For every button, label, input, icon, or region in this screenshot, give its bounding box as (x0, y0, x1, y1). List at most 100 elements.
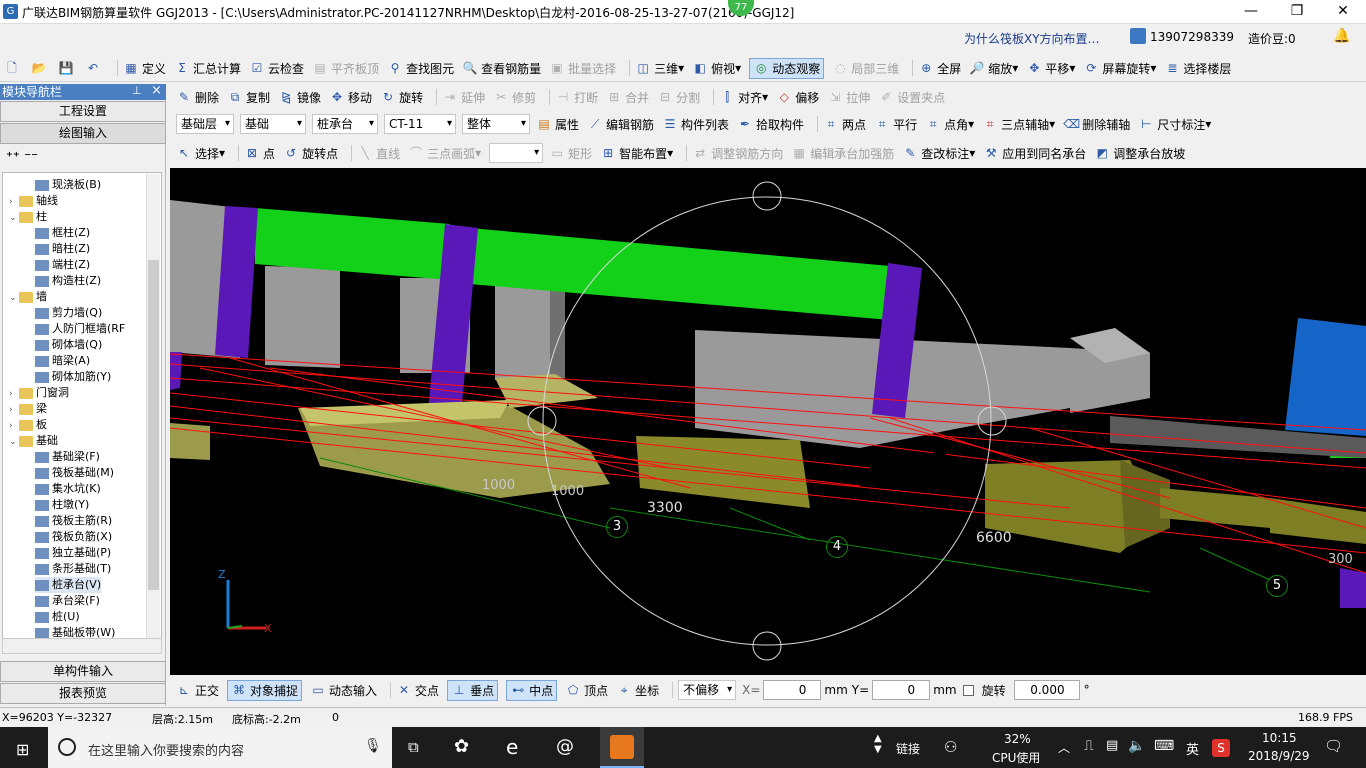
x-offset-input[interactable] (763, 680, 822, 700)
tree-item[interactable]: 筏板主筋(R) (35, 513, 112, 529)
scroll-arrows-icon[interactable]: ▲ ▼ (874, 733, 882, 755)
scope-select[interactable]: 整体 (462, 114, 530, 134)
maximize-button[interactable]: ❐ (1274, 0, 1320, 24)
report-preview-button[interactable]: 报表预览 (0, 683, 166, 704)
intersect-toggle[interactable]: ✕ 交点 (396, 682, 439, 699)
notification-icon[interactable]: 🗨 (1324, 737, 1343, 755)
rotate-point-button[interactable]: ↺ 旋转点 (283, 145, 338, 162)
expand-icon[interactable]: › (9, 386, 19, 402)
help-link[interactable]: 为什么筏板XY方向布置… (964, 30, 1100, 47)
rotate-button[interactable]: ↻ 旋转 (380, 89, 423, 106)
new-file-icon[interactable]: 🗋 (4, 60, 23, 76)
tree-folder[interactable]: › 门窗洞 (9, 385, 69, 401)
tree-item[interactable]: 桩(U) (35, 609, 80, 625)
coord-toggle[interactable]: ⌖ 坐标 (616, 682, 659, 699)
layer-select[interactable]: 基础层 (176, 114, 234, 134)
tree-item[interactable]: 筏板基础(M) (35, 465, 114, 481)
pick-element-button[interactable]: ✒ 拾取构件 (737, 116, 804, 133)
object-snap-toggle[interactable]: ⌘ 对象捕捉 (227, 679, 303, 701)
tree-item[interactable]: 独立基础(P) (35, 545, 111, 561)
tree-folder[interactable]: ⌄ 柱 (9, 209, 47, 225)
windows-start-icon[interactable]: ⊞ (16, 740, 29, 759)
tree-item[interactable]: 框柱(Z) (35, 225, 90, 241)
stretch-button[interactable]: ⇲ 拉伸 (827, 89, 870, 106)
select-button[interactable]: ↖ 选择 ▾ (176, 145, 225, 162)
swirl-app-icon[interactable]: @ (556, 736, 574, 757)
line-style-select[interactable] (489, 143, 544, 163)
taskbar-link[interactable]: 链接 (896, 740, 920, 757)
apply-same-cap-button[interactable]: ⚒ 应用到同名承台 (983, 145, 1086, 162)
tree-item[interactable]: 砌体墙(Q) (35, 337, 102, 353)
copy-button[interactable]: ⧉ 复制 (227, 89, 270, 106)
minimize-button[interactable]: — (1228, 0, 1274, 24)
adjust-rebar-dir-button[interactable]: ⇄ 调整钢筋方向 (692, 145, 783, 162)
collapse-icon[interactable]: ⌄ (9, 290, 19, 306)
expand-icon[interactable]: › (9, 418, 19, 434)
expand-all-icon[interactable]: ⁺⁺ ⁻⁻ (6, 150, 38, 165)
rect-button[interactable]: ▭ 矩形 (549, 145, 592, 162)
expand-icon[interactable]: › (9, 194, 19, 210)
tree-item[interactable]: 条形基础(T) (35, 561, 111, 577)
dynamic-input-toggle[interactable]: ▭ 动态输入 (310, 682, 377, 699)
clock-time[interactable]: 10:15 (1262, 731, 1297, 745)
save-icon[interactable]: 💾 (58, 60, 77, 76)
clock-date[interactable]: 2018/9/29 (1248, 749, 1310, 763)
midpoint-toggle[interactable]: ⊷ 中点 (506, 679, 558, 701)
network-icon[interactable]: ⎍ (1084, 738, 1094, 754)
person-icon[interactable]: ⚇ (944, 738, 957, 756)
line-button[interactable]: ╲ 直线 (357, 145, 400, 162)
tree-item[interactable]: 现浇板(B) (35, 177, 101, 193)
two-points-button[interactable]: ⌗ 两点 (823, 116, 866, 133)
merge-button[interactable]: ⊞ 合并 (606, 89, 649, 106)
tree-folder[interactable]: ⌄ 墙 (9, 289, 47, 305)
tree-item[interactable]: 集水坑(K) (35, 481, 101, 497)
select-floor-button[interactable]: ≣ 选择楼层 (1164, 60, 1231, 77)
collapse-icon[interactable]: ⌄ (9, 210, 19, 226)
tree-item[interactable]: 砌体加筋(Y) (35, 369, 111, 385)
align-button[interactable]: ⫿ 对齐 ▾ (719, 89, 768, 106)
adjust-cap-slope-button[interactable]: ◩ 调整承台放坡 (1094, 145, 1186, 162)
smart-layout-button[interactable]: ⊞ 智能布置 ▾ (600, 145, 673, 162)
trim-button[interactable]: ✂ 修剪 (493, 89, 536, 106)
cloud-check-button[interactable]: ☑ 云检查 (249, 60, 304, 77)
close-button[interactable]: ✕ (1320, 0, 1366, 24)
vertex-toggle[interactable]: ⬠ 顶点 (565, 682, 608, 699)
zoom-button[interactable]: 🔎 缩放 ▾ (969, 60, 1019, 77)
tray-chevron-icon[interactable]: ︿ (1058, 739, 1070, 756)
element-list-button[interactable]: ☰ 构件列表 (662, 116, 729, 133)
phone-number[interactable]: 13907298339 (1150, 30, 1234, 44)
define-button[interactable]: ▦ 定义 (123, 60, 166, 77)
view-rebar-button[interactable]: 🔍 查看钢筋量 (462, 60, 542, 77)
sogou-icon[interactable]: S (1212, 739, 1230, 757)
tree-folder[interactable]: ⌄ 基础 (9, 433, 58, 449)
tree-folder[interactable]: › 轴线 (9, 193, 58, 209)
tree-scrollbar[interactable] (146, 174, 160, 638)
find-element-button[interactable]: ⚲ 查找图元 (387, 60, 454, 77)
nav-close-icon[interactable]: × (151, 83, 162, 98)
rotate-checkbox[interactable] (962, 684, 974, 696)
keyboard-icon[interactable]: ⌨ (1154, 738, 1174, 754)
tree-item[interactable]: 剪力墙(Q) (35, 305, 102, 321)
tree-folder[interactable]: › 梁 (9, 401, 47, 417)
flat-slab-top-button[interactable]: ▤ 平齐板顶 (312, 60, 379, 77)
undo-icon[interactable]: ↶ (85, 60, 104, 76)
bell-icon[interactable]: 🔔 (1333, 28, 1350, 44)
edge-icon[interactable]: e (506, 735, 518, 759)
single-input-button[interactable]: 单构件输入 (0, 661, 166, 682)
tree-item[interactable]: 暗梁(A) (35, 353, 90, 369)
break-button[interactable]: ⊣ 打断 (555, 89, 598, 106)
element-name-select[interactable]: CT-11 (384, 114, 456, 134)
edit-cap-reinforce-button[interactable]: ▦ 编辑承台加强筋 (791, 145, 895, 162)
ime-indicator[interactable]: 英 (1186, 739, 1199, 758)
pan-button[interactable]: ✥ 平移 ▾ (1026, 60, 1075, 77)
move-button[interactable]: ✥ 移动 (329, 89, 372, 106)
element-type-select[interactable]: 桩承台 (312, 114, 378, 134)
offset-mode-select[interactable]: 不偏移 (678, 680, 737, 700)
modify-annotation-button[interactable]: ✎ 查改标注 ▾ (902, 145, 975, 162)
tree-item[interactable]: 端柱(Z) (35, 257, 90, 273)
local-3d-button[interactable]: ◌ 局部三维 (832, 60, 899, 77)
perpendicular-toggle[interactable]: ⊥ 垂点 (447, 679, 499, 701)
extend-button[interactable]: ⇥ 延伸 (442, 89, 485, 106)
drawing-input-button[interactable]: 绘图输入 (0, 123, 166, 144)
tree-item[interactable]: 桩承台(V) (35, 577, 102, 593)
